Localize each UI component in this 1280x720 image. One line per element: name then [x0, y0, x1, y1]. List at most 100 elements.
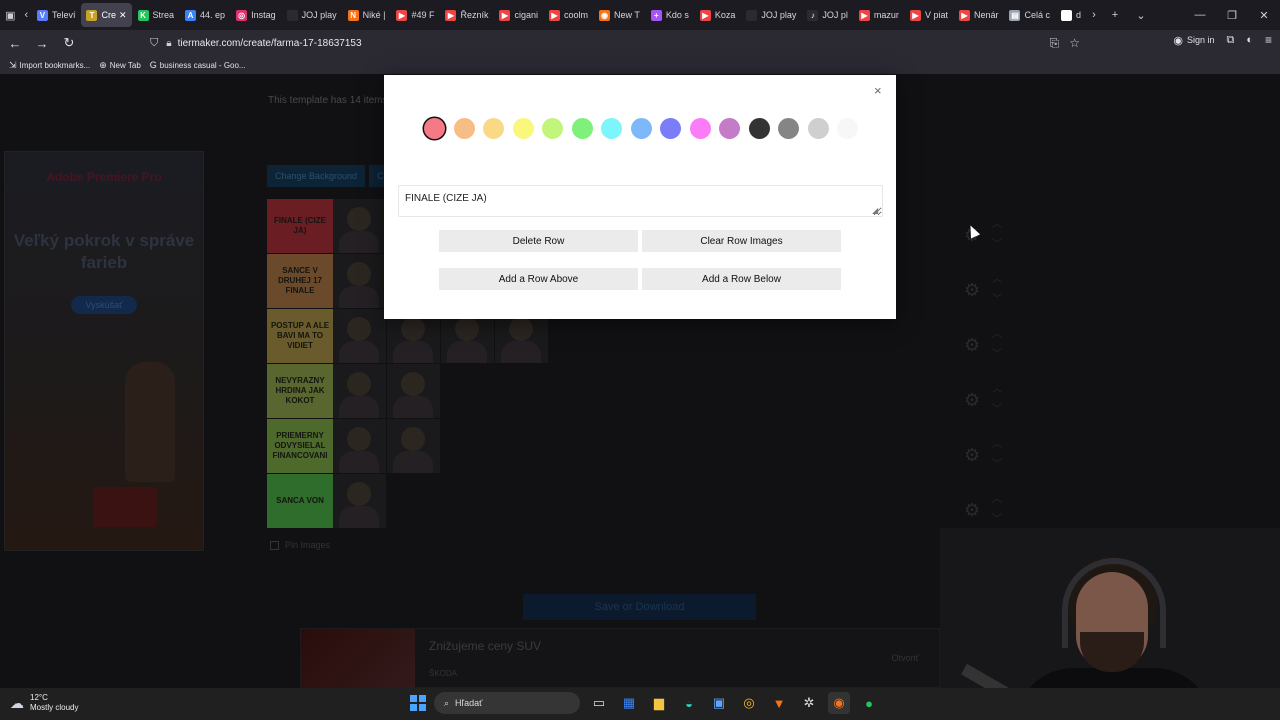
spotify-icon[interactable]: ● — [858, 692, 880, 714]
bookmark-item[interactable]: ⇲ Import bookmarks... — [9, 60, 90, 71]
move-row-up-icon[interactable]: ︿ — [992, 215, 1002, 230]
brave-icon[interactable]: ▼ — [768, 692, 790, 714]
gear-icon[interactable]: ⚙ — [964, 390, 980, 411]
tier-item-image[interactable] — [333, 254, 386, 308]
move-row-up-icon[interactable]: ︿ — [992, 435, 1002, 450]
color-swatch-white[interactable] — [837, 118, 858, 139]
color-swatch-light-gray[interactable] — [807, 118, 829, 139]
tier-item-image[interactable] — [387, 364, 440, 418]
file-explorer-icon[interactable]: ▆ — [648, 692, 670, 714]
tier-item-image[interactable] — [333, 364, 386, 418]
ad-open-link[interactable]: Otvoriť — [892, 653, 919, 663]
firefox-icon[interactable]: ◉ — [828, 692, 850, 714]
pin-images-toggle[interactable]: Pin Images — [270, 540, 330, 550]
back-icon[interactable]: ← — [3, 31, 27, 55]
tier-label[interactable]: FINALE (CIZE JA) — [267, 199, 333, 253]
color-swatch-black[interactable] — [748, 118, 770, 139]
gear-icon[interactable]: ⚙ — [964, 335, 980, 356]
add-row-below-button[interactable]: Add a Row Below — [642, 268, 841, 290]
pin-checkbox[interactable] — [270, 540, 279, 550]
edge-icon[interactable]: ◒ — [678, 692, 700, 714]
ad-cta-button[interactable]: Vyskúšať — [71, 296, 137, 314]
shield-icon[interactable]: ⛉ — [150, 37, 158, 50]
task-view-icon[interactable]: ▭ — [588, 692, 610, 714]
lock-icon[interactable]: 🔒︎ — [166, 38, 171, 49]
color-swatch-light-orange[interactable] — [483, 118, 504, 139]
move-row-down-icon[interactable]: ﹀ — [992, 510, 1002, 525]
browser-tab[interactable]: JOJ play — [741, 3, 801, 27]
bookmark-item[interactable]: Gbusiness casual - Goo... — [150, 60, 246, 70]
restore-icon[interactable]: ❐ — [1216, 0, 1248, 30]
bookmark-item[interactable]: ⊕ New Tab — [99, 60, 141, 71]
tier-item-image[interactable] — [387, 419, 440, 473]
browser-tab[interactable]: Gd — [1056, 3, 1086, 27]
tier-item-image[interactable] — [333, 419, 386, 473]
chrome-icon[interactable]: ◎ — [738, 692, 760, 714]
taskbar-search[interactable]: ⌕ Hľadať — [434, 692, 580, 714]
tier-item-image[interactable] — [333, 474, 386, 528]
move-row-down-icon[interactable]: ﹀ — [992, 345, 1002, 360]
close-icon[interactable]: × — [874, 84, 882, 97]
browser-tab[interactable]: ◎ Instag — [231, 3, 281, 27]
browser-tab[interactable]: ▶ coolm — [544, 3, 593, 27]
scroll-tabs-left-icon[interactable]: ‹ — [21, 0, 32, 30]
close-tab-icon[interactable]: ✕ — [119, 10, 127, 21]
sign-in-button[interactable]: ◉ Sign in — [1173, 34, 1214, 47]
save-download-button[interactable]: Save or Download — [523, 594, 756, 620]
new-tab-icon[interactable]: + — [1102, 0, 1128, 30]
color-swatch-purple[interactable] — [719, 118, 740, 139]
tier-label[interactable]: PRIEMERNY ODVYSIELAL FINANCOVANI — [267, 419, 333, 473]
gear-icon[interactable]: ⚙ — [964, 280, 980, 301]
browser-tab[interactable]: T Cre ✕ — [81, 3, 132, 27]
color-swatch-blue[interactable] — [630, 118, 652, 139]
browser-tab[interactable]: V Televí — [32, 3, 81, 27]
weather-widget[interactable]: ☁ 12°C Mostly cloudy — [10, 693, 78, 713]
extensions-icon[interactable]: ⧉ — [1226, 34, 1234, 47]
browser-tab[interactable]: ▶ cigani — [494, 3, 543, 27]
url-bar[interactable]: ⛉ 🔒︎ tiermaker.com/create/farma-17-18637… — [150, 33, 1080, 53]
bookmark-star-icon[interactable]: ☆ — [1069, 36, 1080, 51]
color-swatch-pink[interactable] — [689, 118, 711, 139]
color-swatch-green[interactable] — [571, 118, 593, 139]
move-row-up-icon[interactable]: ︿ — [992, 380, 1002, 395]
delete-row-button[interactable]: Delete Row — [439, 230, 638, 252]
bottom-advertisement[interactable]: Znižujeme ceny SUV ŠKODA Otvoriť — [300, 628, 940, 688]
browser-tab[interactable]: ▤ Celá c — [1004, 3, 1055, 27]
tier-item-image[interactable] — [333, 199, 386, 253]
move-row-down-icon[interactable]: ﹀ — [992, 235, 1002, 250]
color-swatch-indigo[interactable] — [660, 118, 681, 139]
move-row-up-icon[interactable]: ︿ — [992, 270, 1002, 285]
url-text[interactable]: tiermaker.com/create/farma-17-18637153 — [178, 38, 362, 49]
move-row-down-icon[interactable]: ﹀ — [992, 290, 1002, 305]
color-swatch-gray[interactable] — [778, 118, 799, 139]
reload-icon[interactable]: ↻ — [57, 31, 81, 55]
row-label-field[interactable] — [398, 185, 883, 217]
change-background-button[interactable]: Change Background — [267, 165, 366, 187]
color-swatch-red[interactable] — [424, 118, 445, 139]
browser-tab[interactable]: ▶ #49 F — [391, 3, 439, 27]
browser-tab[interactable]: + Kdo s — [646, 3, 694, 27]
browser-tab[interactable]: N Niké | — [343, 3, 391, 27]
tier-label[interactable]: POSTUP A ALE BAVI MA TO VIDIET — [267, 309, 333, 363]
browser-tab[interactable]: ◉ New T — [594, 3, 645, 27]
windows-start-icon[interactable] — [410, 695, 426, 711]
profile-icon[interactable]: ◐ — [1246, 34, 1253, 46]
browser-tab[interactable]: K Strea — [133, 3, 180, 27]
clear-row-images-button[interactable]: Clear Row Images — [642, 230, 841, 252]
photos-icon[interactable]: ▣ — [708, 692, 730, 714]
menu-icon[interactable]: ≡ — [1265, 33, 1272, 47]
browser-tab[interactable]: A 44. ep — [180, 3, 230, 27]
color-swatch-cyan[interactable] — [601, 118, 622, 139]
tier-label[interactable]: SANCE V DRUHEJ 17 FINALE — [267, 254, 333, 308]
translate-icon[interactable]: ⎘ — [1050, 36, 1060, 51]
minimize-icon[interactable]: — — [1184, 0, 1216, 30]
move-row-up-icon[interactable]: ︿ — [992, 325, 1002, 340]
settings-icon[interactable]: ✲ — [798, 692, 820, 714]
color-swatch-yellow-green[interactable] — [542, 118, 563, 139]
tier-item-image[interactable] — [333, 309, 386, 363]
side-advertisement[interactable]: Adobe Premiere Pro Veľký pokrok v správe… — [4, 151, 204, 551]
browser-tab[interactable]: ♪ JOJ pl — [802, 3, 853, 27]
add-row-above-button[interactable]: Add a Row Above — [439, 268, 638, 290]
color-swatch-yellow[interactable] — [512, 118, 534, 139]
browser-tab[interactable]: ▶ Koza — [695, 3, 741, 27]
